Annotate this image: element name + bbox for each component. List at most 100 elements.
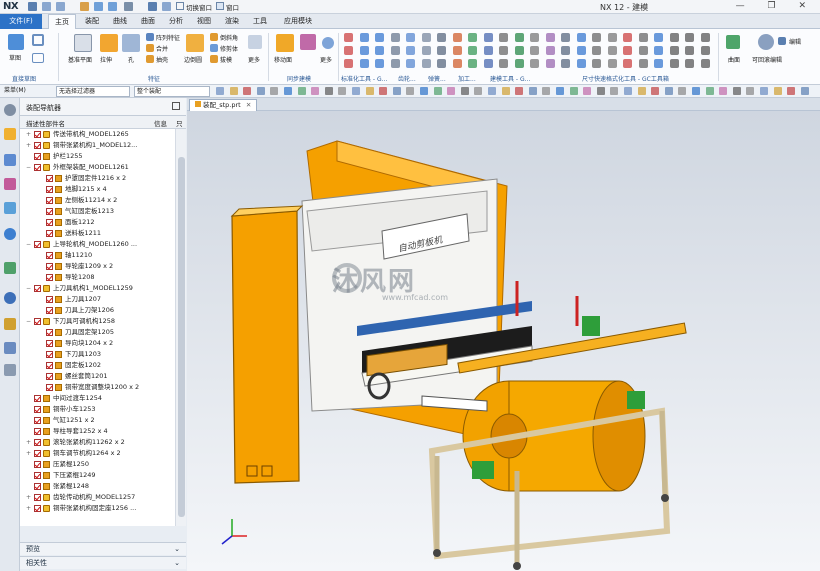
gc-tool-icon[interactable] bbox=[545, 59, 555, 68]
more-features-button[interactable]: 更多 bbox=[248, 55, 260, 64]
roles-icon[interactable] bbox=[4, 342, 16, 354]
gc-tool-icon[interactable] bbox=[623, 59, 632, 68]
curve-icon[interactable] bbox=[32, 34, 44, 46]
gc-tool-icon[interactable] bbox=[437, 33, 446, 42]
gc-tool-icon[interactable] bbox=[499, 46, 508, 55]
web-browser-icon[interactable] bbox=[4, 228, 16, 240]
gc-tool-icon[interactable] bbox=[654, 59, 663, 68]
gc-tool-icon[interactable] bbox=[669, 33, 679, 42]
snap-tool-icon[interactable] bbox=[664, 87, 673, 95]
snap-tool-icon[interactable] bbox=[420, 87, 428, 95]
gc-tool-icon[interactable] bbox=[359, 59, 369, 68]
gc-tool-icon[interactable] bbox=[576, 59, 586, 68]
gc-tool-icon[interactable] bbox=[375, 33, 384, 42]
more-features-icon[interactable] bbox=[248, 35, 262, 49]
gc-tool-icon[interactable] bbox=[530, 59, 539, 68]
visibility-checkbox[interactable] bbox=[46, 329, 53, 336]
snap-tool-icon[interactable] bbox=[787, 87, 796, 95]
tree-row[interactable]: 导向块1204 x 2 bbox=[20, 338, 175, 349]
gc-tool-icon[interactable] bbox=[592, 46, 601, 55]
expand-toggle-icon[interactable]: − bbox=[26, 242, 31, 248]
gc-tool-icon[interactable] bbox=[483, 59, 493, 68]
cut-icon[interactable] bbox=[80, 2, 89, 11]
tab-view[interactable]: 视图 bbox=[192, 14, 216, 29]
snap-tool-icon[interactable] bbox=[515, 87, 524, 95]
visibility-checkbox[interactable] bbox=[34, 285, 41, 292]
snap-tool-icon[interactable] bbox=[800, 87, 809, 95]
unite-button[interactable]: 合并 bbox=[156, 44, 168, 53]
gc-tool-icon[interactable] bbox=[483, 46, 493, 55]
extrude-button[interactable]: 拉伸 bbox=[100, 55, 112, 64]
chevron-down-icon[interactable]: ⌄ bbox=[174, 543, 180, 555]
gc-tool-icon[interactable] bbox=[638, 59, 648, 68]
tree-row[interactable]: 中间过渡车1254 bbox=[20, 393, 175, 404]
snap-tool-icon[interactable] bbox=[284, 87, 292, 95]
expand-toggle-icon[interactable]: + bbox=[26, 451, 31, 457]
copy-icon[interactable] bbox=[94, 2, 103, 11]
tab-home[interactable]: 主页 bbox=[48, 14, 76, 29]
snap-tool-icon[interactable] bbox=[569, 87, 578, 95]
snap-tool-icon[interactable] bbox=[705, 87, 714, 95]
tree-row[interactable]: − 上导轮机构_MODEL1260 ... bbox=[20, 239, 175, 250]
visibility-checkbox[interactable] bbox=[46, 373, 53, 380]
snap-tool-icon[interactable] bbox=[488, 87, 496, 95]
gc-tool-icon[interactable] bbox=[344, 59, 353, 68]
graphics-window[interactable]: 自动剪板机 沐风网 www.mfcad.com bbox=[187, 111, 820, 571]
snap-tool-icon[interactable] bbox=[624, 87, 632, 95]
gc-tool-icon[interactable] bbox=[623, 46, 632, 55]
tab-render[interactable]: 渲染 bbox=[220, 14, 244, 29]
snap-tool-icon[interactable] bbox=[460, 87, 469, 95]
undo-icon[interactable] bbox=[42, 2, 51, 11]
gc-tool-icon[interactable] bbox=[375, 46, 384, 55]
preview-pane-header[interactable]: 预览 ⌄ bbox=[20, 542, 186, 555]
visibility-checkbox[interactable] bbox=[46, 340, 53, 347]
gc-tool-icon[interactable] bbox=[499, 59, 508, 68]
selection-filter-dropdown[interactable]: 无选择过滤器 bbox=[56, 86, 130, 97]
visibility-checkbox[interactable] bbox=[34, 153, 41, 160]
machine-model[interactable]: 自动剪板机 bbox=[187, 111, 820, 571]
gc-tool-icon[interactable] bbox=[437, 46, 446, 55]
visibility-checkbox[interactable] bbox=[46, 197, 53, 204]
repeat-icon[interactable] bbox=[162, 2, 171, 11]
redo-icon[interactable] bbox=[56, 2, 65, 11]
visibility-checkbox[interactable] bbox=[46, 252, 53, 259]
snap-tool-icon[interactable] bbox=[692, 87, 700, 95]
snap-tool-icon[interactable] bbox=[216, 87, 224, 95]
expand-toggle-icon[interactable]: + bbox=[26, 132, 31, 138]
tab-assembly[interactable]: 装配 bbox=[80, 14, 104, 29]
snap-tool-icon[interactable] bbox=[556, 87, 564, 95]
datum-plane-button[interactable]: 基准平面 bbox=[68, 55, 92, 64]
gc-tool-icon[interactable] bbox=[561, 46, 570, 55]
expand-toggle-icon[interactable]: + bbox=[26, 495, 31, 501]
gc-tool-icon[interactable] bbox=[452, 33, 462, 42]
visibility-checkbox[interactable] bbox=[34, 472, 41, 479]
visibility-checkbox[interactable] bbox=[34, 417, 41, 424]
more-sync-icon[interactable] bbox=[322, 37, 334, 49]
snap-tool-icon[interactable] bbox=[447, 87, 456, 95]
snap-tool-icon[interactable] bbox=[270, 87, 279, 95]
tab-surface[interactable]: 曲面 bbox=[136, 14, 160, 29]
trim-body-button[interactable]: 修剪体 bbox=[220, 44, 238, 53]
datum-plane-icon[interactable] bbox=[74, 34, 92, 52]
gc-tool-icon[interactable] bbox=[592, 59, 601, 68]
tree-row[interactable]: − 下刀具可调机构1258 bbox=[20, 316, 175, 327]
visibility-checkbox[interactable] bbox=[46, 307, 53, 314]
gc-tool-icon[interactable] bbox=[468, 33, 477, 42]
pattern-feature-icon[interactable] bbox=[146, 33, 154, 41]
paste-icon[interactable] bbox=[108, 2, 117, 11]
constraint-navigator-icon[interactable] bbox=[4, 154, 16, 166]
visibility-checkbox[interactable] bbox=[34, 395, 41, 402]
surface-button[interactable]: 曲面 bbox=[728, 55, 740, 64]
gc-tool-icon[interactable] bbox=[592, 33, 601, 42]
visibility-checkbox[interactable] bbox=[46, 230, 53, 237]
col-info[interactable]: 信息 bbox=[154, 118, 167, 128]
tree-row[interactable]: 刀具上刀架1206 bbox=[20, 305, 175, 316]
expand-toggle-icon[interactable]: + bbox=[26, 440, 31, 446]
gc-tool-icon[interactable] bbox=[344, 33, 353, 42]
snap-tool-icon[interactable] bbox=[501, 87, 510, 95]
snap-tool-icon[interactable] bbox=[678, 87, 687, 95]
visibility-checkbox[interactable] bbox=[34, 241, 41, 248]
gc-tool-icon[interactable] bbox=[700, 33, 710, 42]
snap-tool-icon[interactable] bbox=[379, 87, 388, 95]
tree-row[interactable]: 护罩固定件1216 x 2 bbox=[20, 173, 175, 184]
